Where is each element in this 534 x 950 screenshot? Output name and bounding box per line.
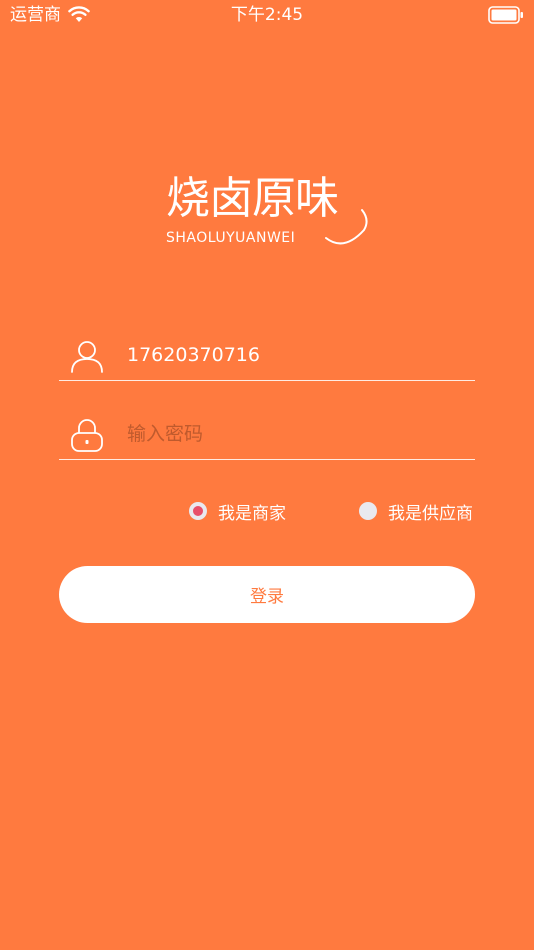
role-supplier-option[interactable]: 我是供应商: [359, 498, 473, 524]
battery-icon: [488, 6, 523, 24]
merchant-label: 我是商家: [218, 503, 286, 524]
password-input[interactable]: [127, 417, 467, 451]
status-bar: 运营商 下午2:45: [0, 0, 534, 30]
supplier-radio[interactable]: [359, 502, 377, 520]
login-button[interactable]: 登录: [59, 566, 475, 623]
logo-smile-icon: [325, 209, 368, 245]
phone-field: [59, 330, 475, 381]
logo-subtitle: SHAOLUYUANWEI: [166, 230, 296, 246]
status-time: 下午2:45: [230, 5, 304, 25]
brand-logo: 烧卤原味 SHAOLUYUANWEI: [163, 172, 373, 252]
lock-icon: [71, 419, 103, 452]
password-field: [59, 409, 475, 460]
phone-input[interactable]: [127, 338, 467, 372]
user-icon: [71, 341, 103, 373]
merchant-radio[interactable]: [189, 502, 207, 520]
role-merchant-option[interactable]: 我是商家: [189, 498, 286, 524]
supplier-label: 我是供应商: [388, 503, 473, 524]
